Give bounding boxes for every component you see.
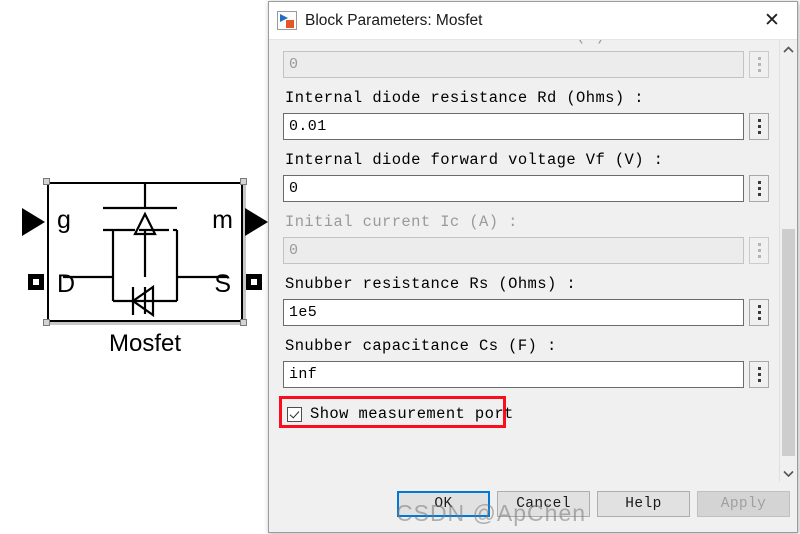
selection-handle-bottom-left[interactable]: [43, 319, 50, 326]
internal-diode-forward-voltage-input[interactable]: 0: [283, 175, 744, 202]
initial-current-input: 0: [283, 237, 744, 264]
show-measurement-port-checkbox[interactable]: Show measurement port: [285, 402, 513, 426]
snubber-resistance-spinner[interactable]: [749, 299, 769, 326]
ok-button[interactable]: OK: [397, 491, 490, 517]
dialog-button-bar: OK Cancel Help Apply: [269, 482, 797, 532]
input-port-gate-icon[interactable]: [22, 208, 45, 236]
initial-current-spinner: [749, 237, 769, 264]
snubber-capacitance-input[interactable]: inf: [283, 361, 744, 388]
dialog-content: Internal diode inductance Lon (H) : 0 In…: [269, 39, 797, 482]
output-port-measurement-icon[interactable]: [245, 208, 268, 236]
param-label-internal-diode-inductance: Internal diode inductance Lon (H) :: [283, 40, 769, 51]
param-label-initial-current: Initial current Ic (A) :: [285, 213, 518, 231]
scrollbar-thumb[interactable]: [782, 228, 795, 456]
selection-handle-top-right[interactable]: [240, 178, 247, 185]
mosfet-block[interactable]: g m D S: [22, 178, 268, 326]
param-label-internal-diode-resistance: Internal diode resistance Rd (Ohms) :: [285, 89, 644, 107]
scroll-up-arrow-icon[interactable]: [780, 40, 797, 58]
electrical-port-drain-icon[interactable]: [28, 274, 44, 290]
snubber-resistance-input[interactable]: 1e5: [283, 299, 744, 326]
help-button[interactable]: Help: [597, 491, 690, 517]
show-measurement-port-zone: Show measurement port: [279, 396, 769, 430]
block-caption: Mosfet: [108, 330, 182, 357]
internal-diode-resistance-spinner[interactable]: [749, 113, 769, 140]
close-icon[interactable]: ✕: [751, 4, 793, 38]
dialog-title: Block Parameters: Mosfet: [305, 11, 483, 29]
show-measurement-port-label: Show measurement port: [310, 405, 514, 423]
param-label-snubber-resistance: Snubber resistance Rs (Ohms) :: [285, 275, 577, 293]
snubber-capacitance-spinner[interactable]: [749, 361, 769, 388]
internal-diode-inductance-spinner: [749, 51, 769, 78]
cancel-button[interactable]: Cancel: [497, 491, 590, 517]
vertical-scrollbar[interactable]: [779, 40, 797, 482]
internal-diode-inductance-input: 0: [283, 51, 744, 78]
electrical-port-source-icon[interactable]: [246, 274, 262, 290]
param-label-snubber-capacitance: Snubber capacitance Cs (F) :: [285, 337, 557, 355]
param-row-initial-current: 0: [283, 237, 769, 264]
parameter-pane: Internal diode inductance Lon (H) : 0 In…: [269, 40, 779, 482]
internal-diode-resistance-input[interactable]: 0.01: [283, 113, 744, 140]
checkbox-checked-icon[interactable]: [287, 406, 302, 422]
param-row-internal-diode-forward-voltage: 0: [283, 175, 769, 202]
block-parameters-dialog: Block Parameters: Mosfet ✕ Internal diod…: [268, 1, 798, 533]
scroll-down-arrow-icon[interactable]: [780, 464, 797, 482]
param-row-snubber-capacitance: inf: [283, 361, 769, 388]
scrollbar-track[interactable]: [780, 58, 797, 464]
param-row-snubber-resistance: 1e5: [283, 299, 769, 326]
param-label-internal-diode-forward-voltage: Internal diode forward voltage Vf (V) :: [285, 151, 664, 169]
internal-diode-forward-voltage-spinner[interactable]: [749, 175, 769, 202]
param-row-internal-diode-inductance: 0: [283, 51, 769, 78]
selection-handle-bottom-right[interactable]: [240, 319, 247, 326]
mosfet-symbol-icon: [63, 184, 227, 318]
dialog-titlebar[interactable]: Block Parameters: Mosfet ✕: [269, 2, 797, 39]
simulink-block-icon: [277, 11, 297, 30]
param-row-internal-diode-resistance: 0.01: [283, 113, 769, 140]
apply-button: Apply: [697, 491, 790, 517]
selection-handle-top-left[interactable]: [43, 178, 50, 185]
